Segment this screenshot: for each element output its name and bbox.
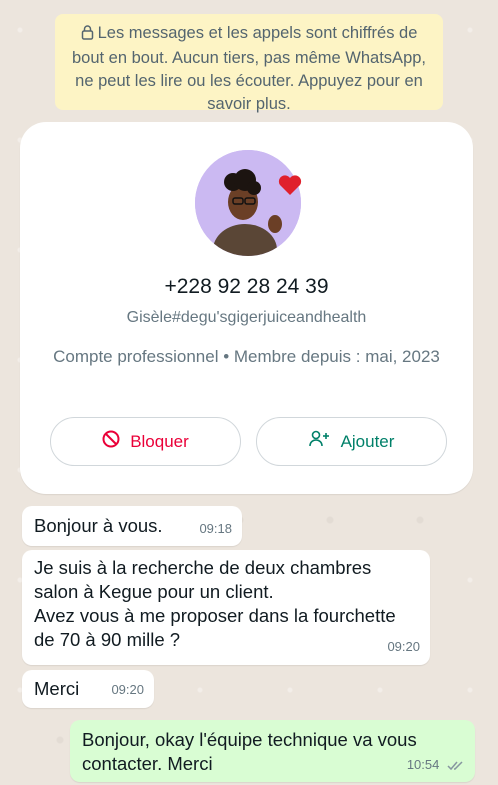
lock-icon — [81, 24, 94, 47]
block-button[interactable]: Bloquer — [50, 417, 241, 466]
message-bubble[interactable]: Je suis à la recherche de deux chambres … — [22, 550, 430, 665]
message-time: 10:54 — [406, 757, 440, 772]
contact-phone: +228 92 28 24 39 — [164, 275, 329, 298]
message-text: Merci — [34, 678, 80, 699]
encryption-text: Les messages et les appels sont chiffrés… — [71, 24, 427, 113]
add-person-icon — [308, 430, 331, 453]
profile-card: +228 92 28 24 39 Gisèle#degu'sgigerjuice… — [20, 122, 473, 494]
contact-username: Gisèle#degu'sgigerjuiceandhealth — [126, 309, 367, 326]
heart-icon — [278, 174, 302, 201]
avatar[interactable] — [195, 150, 301, 256]
message-bubble[interactable]: Merci 09:20 — [22, 670, 154, 708]
business-info: Compte professionnel • Membre depuis : m… — [53, 347, 440, 366]
block-label: Bloquer — [130, 431, 189, 451]
message-time-wrap: 10:54 — [407, 753, 465, 779]
message-time: 09:20 — [111, 682, 144, 697]
encryption-notice[interactable]: Les messages et les appels sont chiffrés… — [55, 14, 443, 113]
add-label: Ajouter — [340, 431, 395, 451]
read-ticks-icon — [447, 755, 465, 779]
message-text: Je suis à la recherche de deux chambres … — [34, 557, 396, 650]
message-text: Bonjour à vous. — [34, 515, 163, 536]
block-icon — [102, 430, 120, 453]
message-time: 09:20 — [387, 639, 420, 654]
message-time: 09:18 — [199, 521, 232, 536]
message-bubble-outgoing[interactable]: Bonjour, okay l'équipe technique va vous… — [70, 720, 475, 782]
add-contact-button[interactable]: Ajouter — [256, 417, 447, 466]
message-bubble[interactable]: Bonjour à vous. 09:18 — [22, 506, 242, 546]
